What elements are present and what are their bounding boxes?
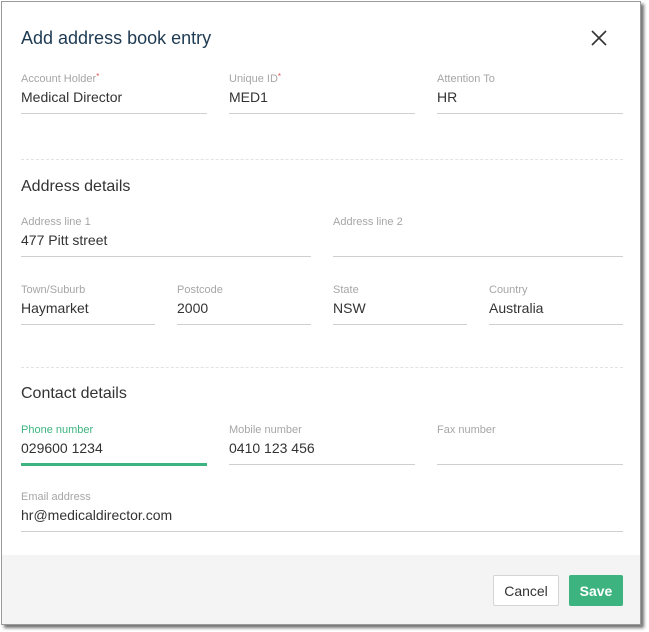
unique-id-input[interactable]: [229, 87, 415, 107]
section-divider: [21, 159, 623, 160]
field-underline: [177, 324, 311, 325]
dialog-title: Add address book entry: [21, 28, 212, 48]
fax-label: Fax number: [437, 424, 496, 436]
country-input[interactable]: [489, 298, 623, 318]
account-holder-label: Account Holder: [21, 73, 97, 85]
field-underline: [333, 256, 623, 257]
field-underline: [229, 113, 415, 114]
attention-to-input[interactable]: [437, 87, 623, 107]
state-input[interactable]: [333, 298, 467, 318]
address-line2-label: Address line 2: [333, 216, 403, 228]
attention-to-label: Attention To: [437, 73, 495, 85]
required-marker: *: [277, 72, 282, 81]
address-line2-input[interactable]: [333, 230, 623, 250]
section-divider: [21, 367, 623, 368]
country-label: Country: [489, 284, 528, 296]
email-label: Email address: [21, 491, 91, 503]
field-underline: [489, 324, 623, 325]
account-holder-input[interactable]: [21, 87, 207, 107]
field-underline: [21, 324, 155, 325]
contact-section-title: Contact details: [21, 385, 127, 402]
postcode-label: Postcode: [177, 284, 223, 296]
field-underline-focused: [21, 463, 207, 466]
field-underline: [437, 464, 623, 465]
mobile-label: Mobile number: [229, 424, 302, 436]
fax-input[interactable]: [437, 438, 623, 458]
close-icon: [591, 30, 607, 46]
address-line1-label: Address line 1: [21, 216, 91, 228]
close-button[interactable]: [587, 26, 611, 50]
phone-label: Phone number: [21, 424, 94, 436]
postcode-input[interactable]: [177, 298, 311, 318]
mobile-input[interactable]: [229, 438, 415, 458]
cancel-button[interactable]: Cancel: [493, 575, 559, 606]
address-section-title: Address details: [21, 178, 131, 195]
address-line1-input[interactable]: [21, 230, 311, 250]
state-label: State: [333, 284, 359, 296]
field-underline: [229, 464, 415, 465]
required-marker: *: [96, 72, 100, 81]
dialog-footer: Cancel Save: [2, 555, 640, 624]
phone-input[interactable]: [21, 438, 207, 458]
field-underline: [21, 113, 207, 114]
address-book-dialog: Add address book entry Account Holder* U…: [1, 1, 641, 625]
field-underline: [21, 531, 623, 532]
field-underline: [437, 113, 623, 114]
save-button[interactable]: Save: [569, 575, 623, 606]
email-input[interactable]: [21, 505, 623, 525]
field-underline: [21, 256, 311, 257]
town-input[interactable]: [21, 298, 155, 318]
unique-id-label: Unique ID: [229, 73, 278, 85]
field-underline: [333, 324, 467, 325]
town-label: Town/Suburb: [21, 284, 86, 296]
